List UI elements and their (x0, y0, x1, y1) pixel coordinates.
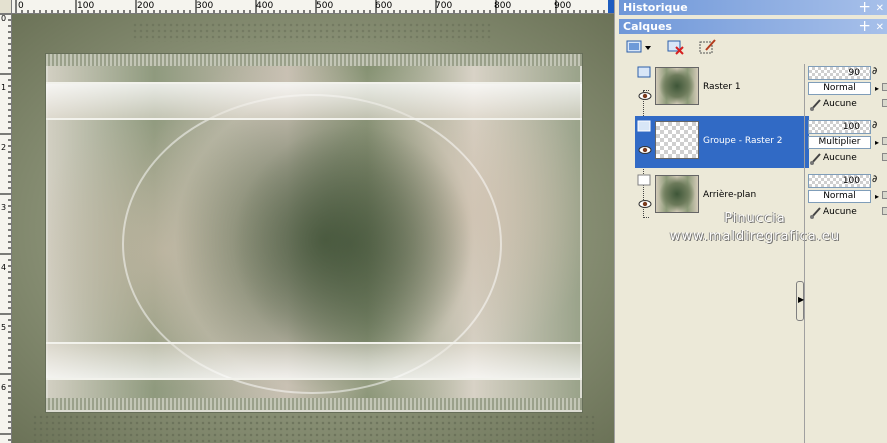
side-chip (882, 99, 887, 107)
opacity-field[interactable]: 100 (808, 120, 871, 134)
blend-mode-select[interactable]: Normal (808, 82, 871, 95)
ruler-label: 700 (435, 1, 453, 11)
layer-props-groupe-raster-2: 100 ∂ Multiplier ▸ Aucune (808, 120, 887, 172)
close-icon[interactable]: ✕ (876, 1, 884, 14)
layer-thumbnail (655, 121, 699, 159)
ruler-label: 3 (1, 203, 7, 212)
ruler-label: 0 (18, 1, 24, 11)
blend-mode-select[interactable]: Normal (808, 190, 871, 203)
edit-properties-icon (699, 39, 716, 54)
side-chip (882, 137, 887, 145)
horizontal-ruler: 0 100 200 300 400 500 600 700 800 900 (12, 0, 614, 14)
opacity-slider-icon[interactable]: ∂ (872, 66, 877, 77)
ruler-label: 300 (196, 1, 214, 11)
opacity-slider-icon[interactable]: ∂ (872, 120, 877, 131)
layer-props-arriere-plan: 100 ∂ Normal ▸ Aucune (808, 174, 887, 226)
ruler-label: 5 (1, 323, 7, 332)
delete-layer-icon (667, 40, 684, 55)
layer-thumbnail (655, 67, 699, 105)
ruler-label: 800 (494, 1, 512, 11)
calques-title: Calques (623, 20, 672, 33)
ruler-label: 1 (1, 83, 7, 92)
ruler-label: 0 (1, 14, 7, 23)
collapse-handle[interactable]: ▶ (796, 281, 804, 321)
layer-thumbnail (655, 175, 699, 213)
layer-name: Raster 1 (703, 82, 741, 92)
calques-toolbar (619, 35, 887, 59)
mask-brush-icon (810, 207, 821, 219)
pin-icon[interactable]: ⼗ (860, 20, 870, 33)
ruler-label: 6 (1, 383, 7, 392)
ruler-label: 500 (316, 1, 334, 11)
dot-pattern-bottom (32, 414, 596, 443)
artwork-image[interactable] (12, 14, 614, 443)
close-icon[interactable]: ✕ (876, 20, 884, 33)
mask-label: Aucune (823, 207, 857, 217)
ruler-label: 600 (375, 1, 393, 11)
raster-layer-icon (637, 66, 651, 78)
layer-properties-button[interactable] (697, 37, 719, 57)
delete-layer-button[interactable] (665, 37, 687, 57)
side-chip (882, 153, 887, 161)
stripe-band-bottom (46, 398, 582, 410)
ruler-label: 200 (137, 1, 155, 11)
light-band-top (46, 82, 582, 120)
visibility-eye-icon[interactable] (638, 145, 652, 155)
background-layer-icon (637, 174, 651, 186)
layer-row-groupe-raster-2[interactable]: Groupe - Raster 2 (635, 116, 809, 168)
light-band-bottom (46, 342, 582, 380)
opacity-field[interactable]: 100 (808, 174, 871, 188)
layer-name: Arrière-plan (703, 190, 757, 200)
vertical-ruler: 0 1 2 3 4 5 6 (0, 14, 12, 443)
dropdown-arrow-icon[interactable]: ▸ (872, 136, 882, 149)
side-chip (882, 191, 887, 199)
mask-brush-icon (810, 99, 821, 111)
mask-label: Aucune (823, 99, 857, 109)
mask-label: Aucune (823, 153, 857, 163)
visibility-eye-icon[interactable] (638, 199, 652, 209)
side-chip (882, 83, 887, 91)
historique-title: Historique (623, 1, 688, 14)
stripe-band-top (46, 54, 582, 66)
visibility-eye-icon[interactable] (638, 91, 652, 101)
layer-properties-column: 90 ∂ Normal ▸ Aucune 100 ∂ Multiplier ▸ … (804, 64, 887, 443)
side-chip (882, 207, 887, 215)
mask-row[interactable]: Aucune (808, 151, 887, 166)
pin-icon[interactable]: ⼗ (860, 1, 870, 14)
right-dock: Historique ⼗ ✕ Calques ⼗ ✕ Raster 1 Grou… (614, 0, 887, 443)
layers-list: Raster 1 Groupe - Raster 2 Arrière-plan (635, 62, 816, 222)
calques-titlebar[interactable]: Calques ⼗ ✕ (619, 19, 887, 34)
dropdown-arrow-icon[interactable]: ▸ (872, 190, 882, 203)
mask-brush-icon (810, 153, 821, 165)
group-layer-icon (637, 120, 651, 132)
ruler-label: 4 (1, 263, 7, 272)
ruler-label: 400 (256, 1, 274, 11)
ruler-label: 900 (554, 1, 572, 11)
ruler-corner (0, 0, 12, 14)
mask-row[interactable]: Aucune (808, 97, 887, 112)
opacity-field[interactable]: 90 (808, 66, 871, 80)
ruler-label: 2 (1, 143, 7, 152)
image-canvas-area[interactable]: 0 100 200 300 400 500 600 700 800 900 0 … (0, 0, 614, 443)
historique-titlebar[interactable]: Historique ⼗ ✕ (619, 0, 887, 15)
mask-row[interactable]: Aucune (808, 205, 887, 220)
new-layer-button[interactable] (623, 37, 653, 57)
new-layer-icon (626, 40, 651, 53)
dot-pattern-top (132, 22, 492, 42)
blend-mode-select[interactable]: Multiplier (808, 136, 871, 149)
layer-name: Groupe - Raster 2 (703, 136, 783, 146)
layer-props-raster-1: 90 ∂ Normal ▸ Aucune (808, 66, 887, 118)
ruler-label: 100 (77, 1, 95, 11)
layer-row-raster-1[interactable]: Raster 1 (635, 62, 809, 114)
opacity-slider-icon[interactable]: ∂ (872, 174, 877, 185)
dropdown-arrow-icon[interactable]: ▸ (872, 82, 882, 95)
